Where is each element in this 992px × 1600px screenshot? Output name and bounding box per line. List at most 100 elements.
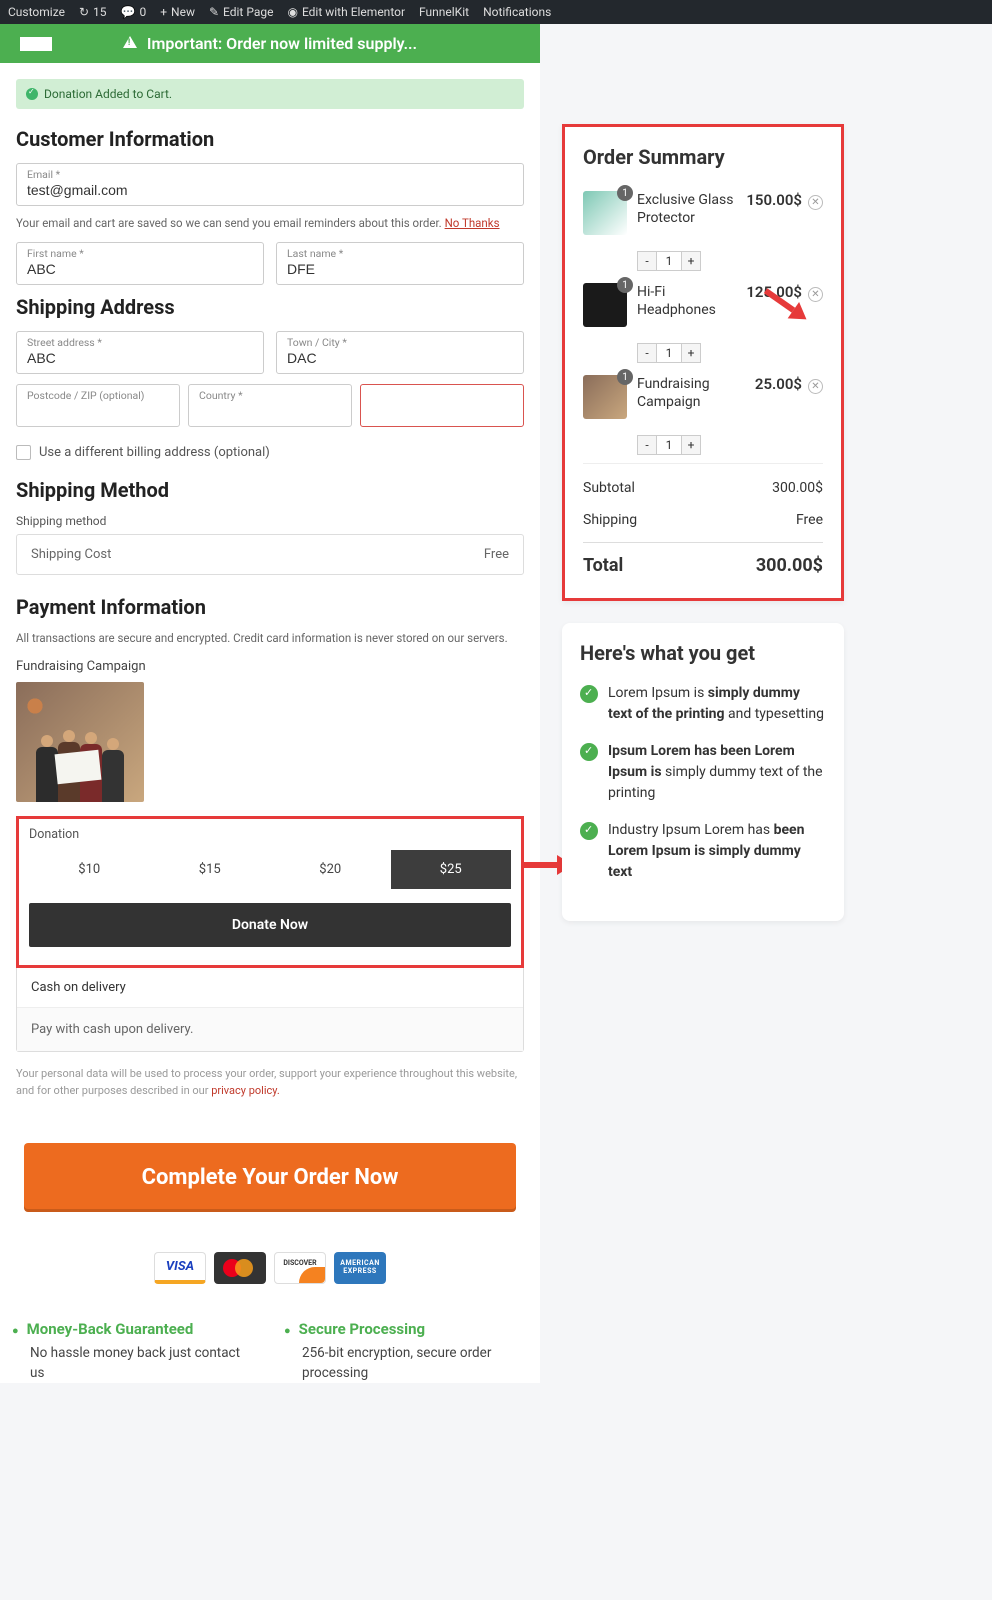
- checkbox-icon: [16, 445, 31, 460]
- refresh-icon: ↻: [79, 5, 89, 19]
- product-price: 150.00$: [738, 191, 802, 209]
- product-price: 25.00$: [738, 375, 802, 393]
- cod-title[interactable]: Cash on delivery: [17, 968, 523, 1008]
- privacy-policy-link[interactable]: privacy policy.: [211, 1084, 280, 1097]
- adminbar-elementor[interactable]: ◉Edit with Elementor: [287, 5, 405, 19]
- guarantees: Money-Back Guaranteed No hassle money ba…: [0, 1320, 540, 1383]
- country-field[interactable]: Country *: [188, 384, 352, 427]
- adminbar-updates[interactable]: ↻15: [79, 5, 107, 19]
- qty-plus-button[interactable]: +: [681, 435, 701, 455]
- qty-badge: 1: [617, 185, 633, 201]
- order-summary-card: Order Summary 1 Exclusive Glass Protecto…: [562, 124, 844, 601]
- shipping-method-option[interactable]: Shipping Cost Free: [16, 534, 524, 575]
- mastercard-logo: [214, 1252, 266, 1284]
- email-field[interactable]: Email *: [16, 163, 524, 206]
- qty-value: 1: [657, 435, 681, 455]
- remove-item-button[interactable]: ✕: [808, 195, 823, 210]
- chevron-down-icon: [20, 37, 52, 51]
- product-thumbnail: 1: [583, 375, 627, 419]
- visa-logo: VISA: [154, 1252, 206, 1284]
- donation-opt-15[interactable]: $15: [150, 850, 271, 889]
- qty-stepper: - 1 +: [637, 251, 823, 271]
- shipping-row: ShippingFree: [583, 504, 823, 536]
- benefit-item: Ipsum Lorem has been Lorem Ipsum is simp…: [580, 741, 826, 804]
- adminbar-notifications[interactable]: Notifications: [483, 5, 551, 19]
- guarantee-secure: Secure Processing 256-bit encryption, se…: [284, 1320, 528, 1383]
- order-item: 1 Fundraising Campaign 25.00$ ✕: [583, 367, 823, 427]
- subtotal-row: Subtotal300.00$: [583, 472, 823, 504]
- street-address-input[interactable]: [27, 350, 253, 366]
- product-name: Hi-Fi Headphones: [637, 283, 738, 319]
- state-field[interactable]: [360, 384, 524, 427]
- total-row: Total300.00$: [583, 542, 823, 576]
- shipping-method-heading: Shipping Method: [16, 478, 524, 502]
- adminbar-edit-page[interactable]: ✎Edit Page: [209, 5, 274, 19]
- chevron-down-icon: [488, 137, 520, 151]
- check-icon: [580, 822, 598, 840]
- fundraising-image: [16, 682, 144, 802]
- benefit-item: Lorem Ipsum is simply dummy text of the …: [580, 683, 826, 725]
- payment-note: All transactions are secure and encrypte…: [16, 631, 524, 645]
- remove-item-button[interactable]: ✕: [808, 287, 823, 302]
- country-input[interactable]: [199, 403, 341, 419]
- city-field[interactable]: Town / City *: [276, 331, 524, 374]
- order-item: 1 Exclusive Glass Protector 150.00$ ✕: [583, 183, 823, 243]
- donation-opt-10[interactable]: $10: [29, 850, 150, 889]
- wp-admin-bar: Customize ↻15 💬0 +New ✎Edit Page ◉Edit w…: [0, 0, 992, 24]
- fundraising-title: Fundraising Campaign: [16, 659, 524, 674]
- qty-minus-button[interactable]: -: [637, 251, 657, 271]
- adminbar-comments[interactable]: 💬0: [121, 5, 147, 19]
- donation-label: Donation: [29, 827, 511, 842]
- city-input[interactable]: [287, 350, 513, 366]
- adminbar-new[interactable]: +New: [160, 5, 195, 19]
- donation-opt-20[interactable]: $20: [270, 850, 391, 889]
- qty-badge: 1: [617, 277, 633, 293]
- qty-value: 1: [657, 343, 681, 363]
- discover-logo: DISCOVER: [274, 1252, 326, 1284]
- product-thumbnail: 1: [583, 283, 627, 327]
- benefit-item: Industry Ipsum Lorem has been Lorem Ipsu…: [580, 820, 826, 883]
- qty-badge: 1: [617, 369, 633, 385]
- what-you-get-card: Here's what you get Lorem Ipsum is simpl…: [562, 623, 844, 921]
- qty-stepper: - 1 +: [637, 435, 823, 455]
- success-alert: Donation Added to Cart.: [16, 79, 524, 109]
- complete-order-button[interactable]: Complete Your Order Now: [24, 1143, 516, 1212]
- what-you-get-title: Here's what you get: [580, 641, 826, 665]
- qty-plus-button[interactable]: +: [681, 343, 701, 363]
- qty-minus-button[interactable]: -: [637, 343, 657, 363]
- qty-minus-button[interactable]: -: [637, 435, 657, 455]
- check-icon: [580, 743, 598, 761]
- donate-now-button[interactable]: Donate Now: [29, 903, 511, 947]
- last-name-field[interactable]: Last name *: [276, 242, 524, 285]
- email-input[interactable]: [27, 182, 513, 198]
- promo-banner: Important: Order now limited supply...: [0, 24, 540, 63]
- qty-plus-button[interactable]: +: [681, 251, 701, 271]
- last-name-input[interactable]: [287, 261, 513, 277]
- order-summary-title: Order Summary: [583, 145, 823, 169]
- donation-highlight-box: Donation $10 $15 $20 $25 Donate Now: [16, 816, 524, 968]
- adminbar-funnelkit[interactable]: FunnelKit: [419, 5, 469, 19]
- product-name: Exclusive Glass Protector: [637, 191, 738, 227]
- amex-logo: AMERICAN EXPRESS: [334, 1252, 386, 1284]
- first-name-input[interactable]: [27, 261, 253, 277]
- cod-description: Pay with cash upon delivery.: [17, 1008, 523, 1051]
- postcode-input[interactable]: [27, 403, 169, 419]
- comment-icon: 💬: [121, 5, 136, 19]
- postcode-field[interactable]: Postcode / ZIP (optional): [16, 384, 180, 427]
- adminbar-customize[interactable]: Customize: [8, 5, 65, 19]
- email-reminder-note: Your email and cart are saved so we can …: [16, 216, 524, 230]
- no-thanks-link[interactable]: No Thanks: [445, 216, 500, 230]
- remove-item-button[interactable]: ✕: [808, 379, 823, 394]
- diff-billing-checkbox[interactable]: Use a different billing address (optiona…: [16, 445, 524, 460]
- warning-icon: [123, 36, 137, 48]
- payment-info-heading: Payment Information: [16, 595, 524, 619]
- donation-options: $10 $15 $20 $25: [29, 850, 511, 889]
- plus-icon: +: [160, 5, 167, 19]
- check-icon: [26, 88, 38, 100]
- first-name-field[interactable]: First name *: [16, 242, 264, 285]
- state-input[interactable]: [371, 403, 513, 419]
- guarantee-money-back: Money-Back Guaranteed No hassle money ba…: [12, 1320, 256, 1383]
- donation-opt-25[interactable]: $25: [391, 850, 512, 889]
- street-address-field[interactable]: Street address *: [16, 331, 264, 374]
- shipping-method-label: Shipping method: [16, 514, 524, 528]
